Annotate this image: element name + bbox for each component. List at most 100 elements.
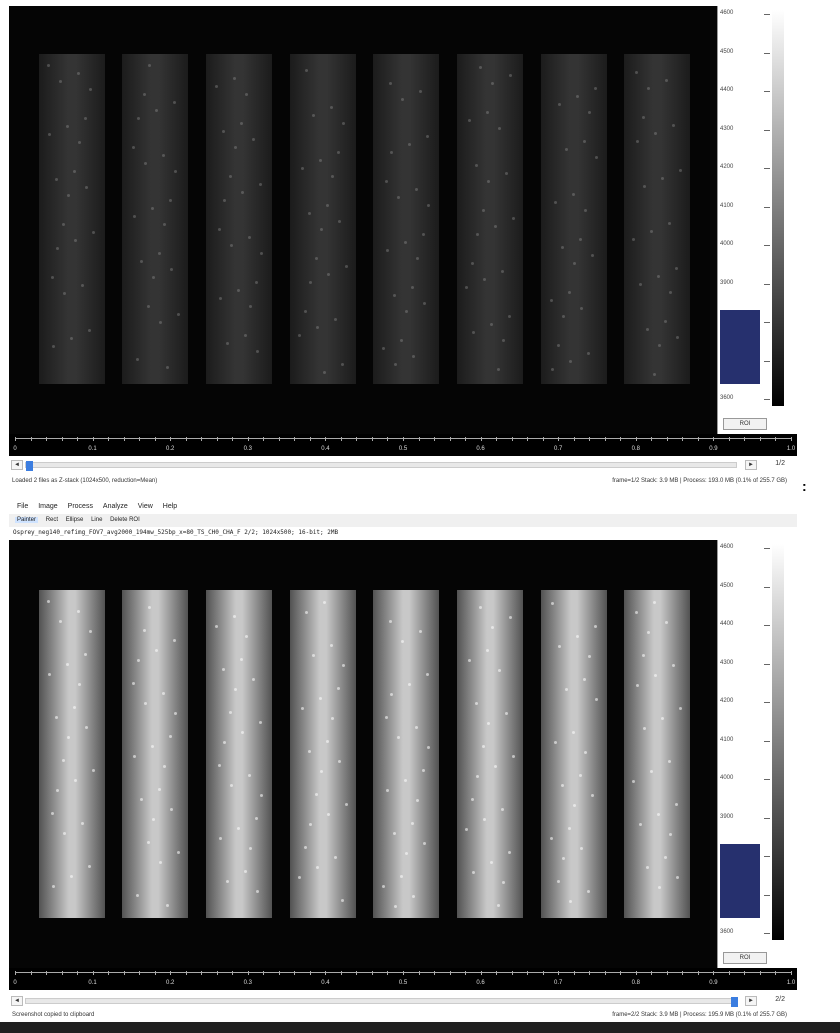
image-speck <box>472 331 475 334</box>
window2-viewer[interactable]: 4600450044004300420041004000390038003700… <box>9 540 797 968</box>
image-speck <box>382 885 385 888</box>
window2-roi-button[interactable]: ROI <box>723 952 767 964</box>
axis-minor-tick <box>604 437 606 441</box>
axis-minor-tick <box>666 437 668 441</box>
image-speck <box>143 93 146 96</box>
image-speck <box>252 678 255 681</box>
side-menu-icon[interactable]: : <box>802 478 807 494</box>
axis-minor-tick <box>697 971 699 975</box>
axis-minor-tick <box>263 971 265 975</box>
image-speck <box>140 798 143 801</box>
menu-help[interactable]: Help <box>163 503 177 510</box>
image-speck <box>81 822 84 825</box>
axis-minor-tick <box>108 437 110 441</box>
window2-slider-track[interactable] <box>25 997 738 1007</box>
image-speck <box>308 750 311 753</box>
image-speck <box>73 706 76 709</box>
axis-minor-tick <box>635 437 637 441</box>
lut-tick-label: 4300 <box>718 660 770 666</box>
tool-line[interactable]: Line <box>91 517 102 523</box>
window1-frame-slider[interactable]: ◄ ► 1/2 <box>9 458 797 472</box>
window1-slider-thumb[interactable] <box>26 461 33 471</box>
window1-scroll-right-icon[interactable]: ► <box>745 460 757 470</box>
window2-lut-gradient[interactable] <box>772 544 784 940</box>
menu-image[interactable]: Image <box>38 503 57 510</box>
image-speck <box>147 305 150 308</box>
image-speck <box>169 199 172 202</box>
image-speck <box>308 212 311 215</box>
axis-minor-tick <box>728 971 730 975</box>
image-speck <box>595 156 598 159</box>
window2-slider-thumb[interactable] <box>731 997 738 1007</box>
axis-minor-tick <box>651 437 653 441</box>
image-speck <box>584 751 587 754</box>
image-speck <box>580 307 583 310</box>
image-stripe <box>290 54 356 384</box>
axis-tick-label: 1.0 <box>786 980 796 986</box>
window2-frame-slider[interactable]: ◄ ► 2/2 <box>9 994 797 1008</box>
image-speck <box>132 146 135 149</box>
axis-minor-tick <box>356 971 358 975</box>
window2-scroll-right-icon[interactable]: ► <box>745 996 757 1006</box>
image-speck <box>422 769 425 772</box>
image-speck <box>472 871 475 874</box>
window1-slider-track[interactable] <box>25 461 737 471</box>
axis-minor-tick <box>356 437 358 441</box>
image-stripe <box>39 54 105 384</box>
image-speck <box>468 119 471 122</box>
window2-scroll-left-icon[interactable]: ◄ <box>11 996 23 1006</box>
window1-status-message: Loaded 2 files as Z-stack (1024x500, red… <box>12 478 158 484</box>
image-speck <box>62 223 65 226</box>
window1-scroll-left-icon[interactable]: ◄ <box>11 460 23 470</box>
image-speck <box>48 673 51 676</box>
image-speck <box>401 98 404 101</box>
image-speck <box>162 692 165 695</box>
axis-minor-tick <box>589 971 591 975</box>
tool-painter[interactable]: Painter <box>15 517 39 523</box>
image-speck <box>240 122 243 125</box>
axis-tick-label: 0.2 <box>166 446 175 452</box>
axis-minor-tick <box>325 971 327 975</box>
image-speck <box>501 270 504 273</box>
menu-file[interactable]: File <box>17 503 28 510</box>
image-speck <box>647 631 650 634</box>
window1-roi-button[interactable]: ROI <box>723 418 767 430</box>
window1-lut-gradient[interactable] <box>772 10 784 406</box>
window1-image-canvas[interactable] <box>9 6 719 434</box>
axis-minor-tick <box>263 437 265 441</box>
image-speck <box>426 135 429 138</box>
image-speck <box>668 222 671 225</box>
image-speck <box>471 262 474 265</box>
axis-tick-label: 1.0 <box>786 446 796 452</box>
axis-minor-tick <box>651 971 653 975</box>
window2-image-canvas[interactable] <box>9 540 719 968</box>
image-speck <box>568 291 571 294</box>
image-speck <box>653 601 656 604</box>
lut-tick-label: 4000 <box>718 241 770 247</box>
image-speck <box>248 236 251 239</box>
image-speck <box>170 268 173 271</box>
image-speck <box>427 746 430 749</box>
window1-histogram <box>720 310 760 384</box>
image-speck <box>241 191 244 194</box>
tool-rect[interactable]: Rect <box>46 517 58 523</box>
image-speck <box>562 857 565 860</box>
window1-viewer[interactable]: 4600450044004300420041004000390038003700… <box>9 6 797 434</box>
tool-ellipse[interactable]: Ellipse <box>66 517 84 523</box>
image-speck <box>491 82 494 85</box>
image-speck <box>646 328 649 331</box>
menu-view[interactable]: View <box>138 503 153 510</box>
image-speck <box>345 803 348 806</box>
image-speck <box>59 80 62 83</box>
axis-minor-tick <box>92 971 94 975</box>
image-speck <box>595 698 598 701</box>
image-speck <box>222 130 225 133</box>
image-speck <box>465 828 468 831</box>
image-speck <box>305 69 308 72</box>
image-speck <box>226 880 229 883</box>
image-speck <box>658 886 661 889</box>
menu-analyze[interactable]: Analyze <box>103 503 128 510</box>
tool-delete-roi[interactable]: Delete ROI <box>110 517 140 523</box>
menu-process[interactable]: Process <box>68 503 93 510</box>
image-speck <box>170 808 173 811</box>
